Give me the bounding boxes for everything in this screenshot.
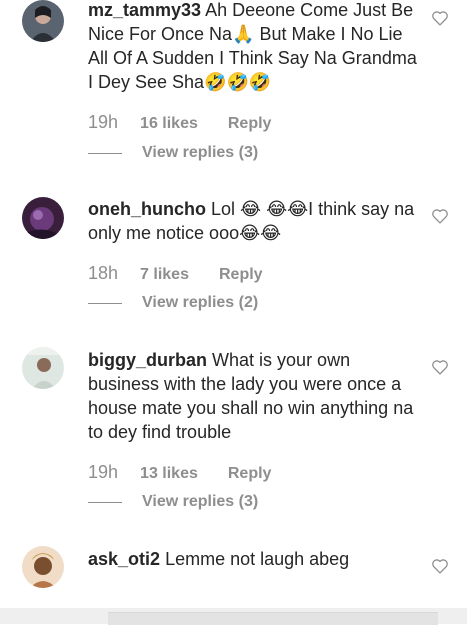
divider — [88, 501, 122, 503]
comment-username[interactable]: biggy_durban — [88, 350, 207, 370]
comment-meta: 19h 16 likes Reply — [88, 112, 271, 133]
comment-username[interactable]: ask_oti2 — [88, 549, 160, 569]
reply-button[interactable]: Reply — [219, 266, 263, 284]
comment-time: 19h — [88, 462, 119, 482]
reply-button[interactable]: Reply — [228, 465, 272, 483]
divider — [88, 302, 122, 304]
comment-time: 18h — [88, 263, 119, 283]
comment-likes[interactable]: 7 likes — [140, 266, 189, 284]
avatar[interactable] — [22, 546, 64, 588]
comment-username[interactable]: mz_tammy33 — [88, 0, 201, 20]
heart-icon[interactable] — [431, 558, 449, 574]
divider — [88, 152, 122, 154]
view-replies-label: View replies (3) — [142, 493, 259, 510]
view-replies-label: View replies (3) — [142, 144, 259, 161]
comment-likes[interactable]: 16 likes — [140, 115, 198, 133]
heart-icon[interactable] — [431, 208, 449, 224]
comment-text: oneh_huncho Lol 😂 😂😂I think say na only … — [88, 197, 418, 245]
view-replies-button[interactable]: View replies (3) — [88, 144, 258, 162]
comment-meta: 18h 7 likes Reply — [88, 263, 263, 284]
comment-input-bar — [0, 608, 467, 625]
comment-text: biggy_durban What is your own business w… — [88, 348, 418, 444]
avatar[interactable] — [22, 347, 64, 389]
comment-time: 19h — [88, 112, 119, 132]
view-replies-label: View replies (2) — [142, 294, 259, 311]
comment-likes[interactable]: 13 likes — [140, 465, 198, 483]
view-replies-button[interactable]: View replies (3) — [88, 493, 258, 511]
avatar[interactable] — [22, 197, 64, 239]
heart-icon[interactable] — [431, 359, 449, 375]
reply-button[interactable]: Reply — [228, 115, 272, 133]
comment-meta: 19h 13 likes Reply — [88, 462, 271, 483]
view-replies-button[interactable]: View replies (2) — [88, 294, 258, 312]
comment-body: Lemme not laugh abeg — [165, 549, 350, 569]
avatar[interactable] — [22, 0, 64, 42]
comment-input[interactable] — [108, 612, 438, 625]
comment-username[interactable]: oneh_huncho — [88, 199, 206, 219]
comment-text: mz_tammy33 Ah Deeone Come Just Be Nice F… — [88, 0, 418, 94]
heart-icon[interactable] — [431, 10, 449, 26]
comment-text: ask_oti2 Lemme not laugh abeg — [88, 547, 418, 571]
